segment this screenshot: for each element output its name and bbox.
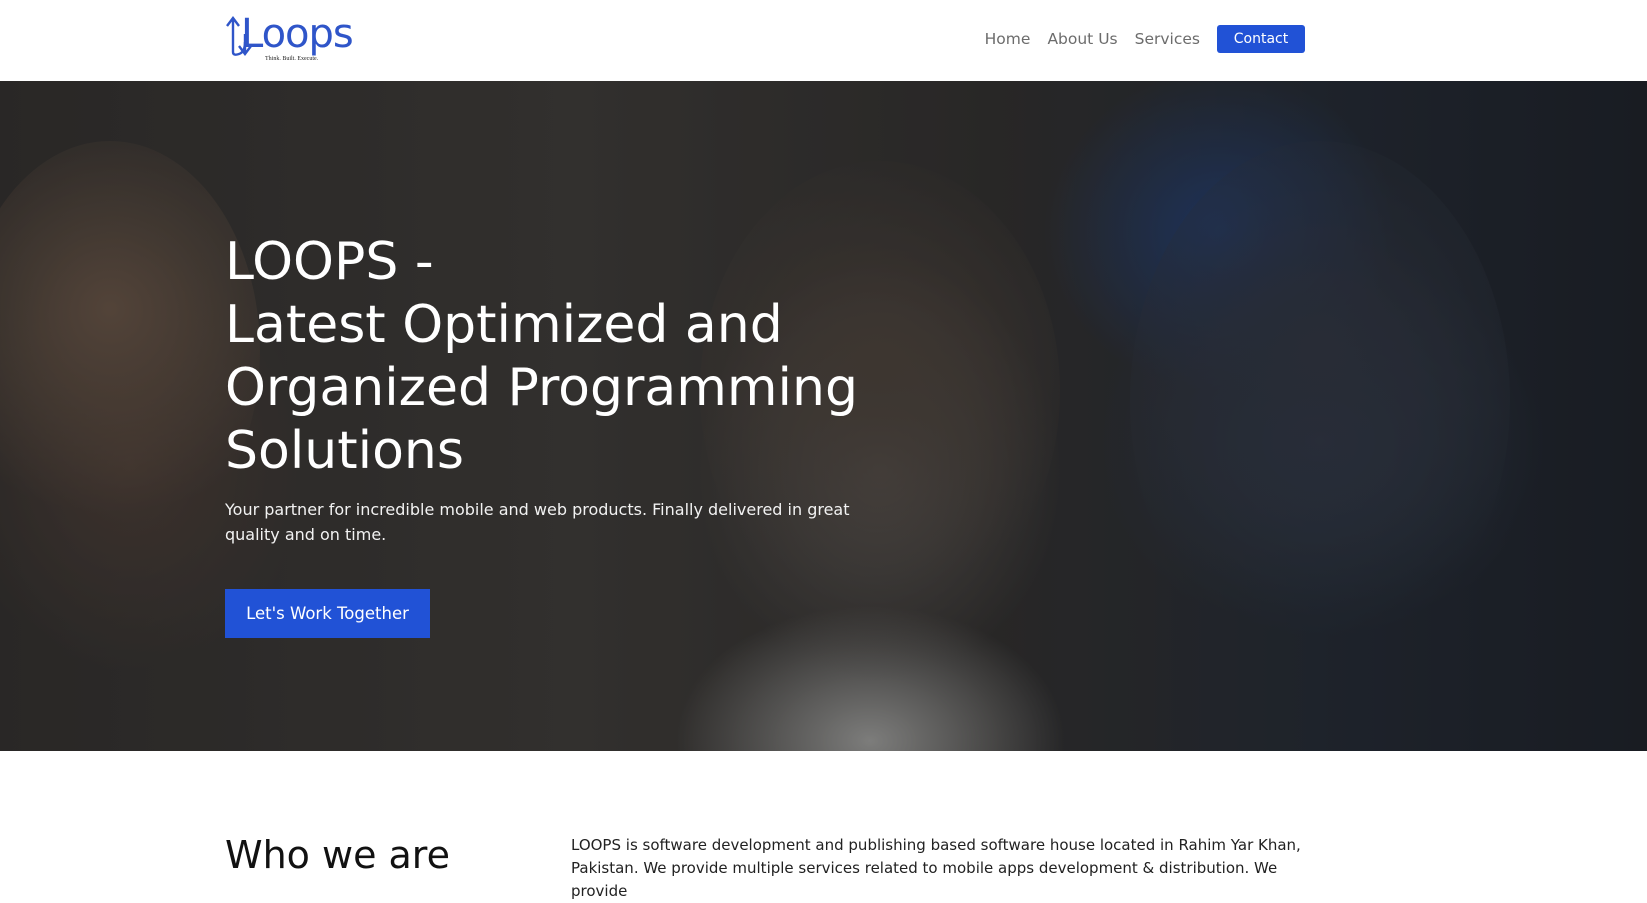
- nav-home[interactable]: Home: [985, 30, 1031, 48]
- logo-wordmark: Loops: [241, 11, 354, 57]
- who-we-are-heading: Who we are: [225, 833, 450, 877]
- contact-button[interactable]: Contact: [1217, 25, 1305, 53]
- site-header: Loops Think. Built. Execute. Home About …: [0, 0, 1647, 81]
- hero-title-line: Solutions: [225, 421, 464, 481]
- hero-title: LOOPS - Latest Optimized and Organized P…: [225, 231, 945, 483]
- hero-section: LOOPS - Latest Optimized and Organized P…: [0, 81, 1647, 751]
- loops-logo[interactable]: Loops Think. Built. Execute.: [223, 10, 361, 68]
- lets-work-together-button[interactable]: Let's Work Together: [225, 589, 430, 638]
- about-description: LOOPS is software development and publis…: [571, 836, 1301, 900]
- hero-title-line: Latest Optimized and: [225, 295, 783, 355]
- nav-about-us[interactable]: About Us: [1047, 30, 1117, 48]
- main-nav: Home About Us Services Contact: [985, 25, 1305, 53]
- nav-services[interactable]: Services: [1135, 30, 1200, 48]
- hero-subtitle: Your partner for incredible mobile and w…: [225, 500, 850, 544]
- logo-tagline: Think. Built. Execute.: [265, 56, 319, 62]
- hero-content: LOOPS - Latest Optimized and Organized P…: [225, 231, 945, 547]
- hero-title-line: LOOPS -: [225, 232, 434, 292]
- hero-title-line: Organized Programming: [225, 358, 858, 418]
